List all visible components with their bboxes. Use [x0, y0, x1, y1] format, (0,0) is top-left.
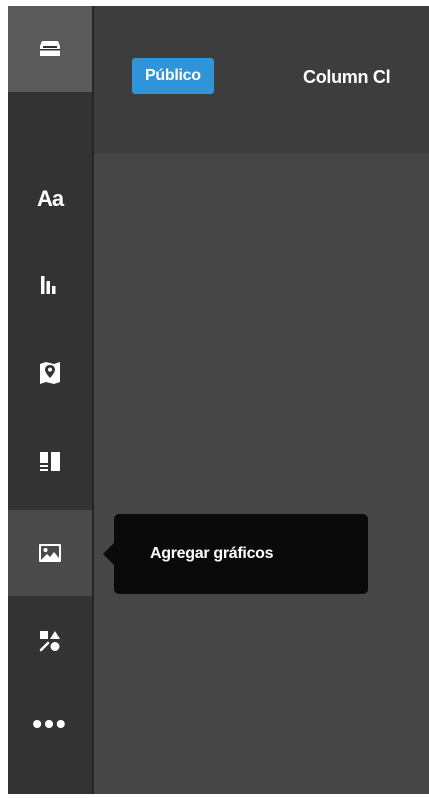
sidebar: Aa •••: [8, 6, 94, 794]
map-pin-icon: [39, 361, 61, 385]
header-bar: Público Column Cl: [94, 6, 429, 153]
image-icon: [39, 544, 61, 562]
public-badge[interactable]: Público: [132, 58, 214, 94]
app-window: Aa ••• Público Column Cl Agregar gráfico…: [8, 6, 429, 794]
more-icon: •••: [32, 708, 68, 739]
shapes-icon: [39, 630, 61, 652]
layout-icon: [39, 451, 61, 473]
bar-chart-icon: [40, 275, 60, 295]
sidebar-item-storage[interactable]: [8, 6, 92, 92]
sidebar-item-text[interactable]: Aa: [8, 156, 92, 242]
chart-title[interactable]: Column Cl: [303, 67, 391, 88]
text-icon: Aa: [36, 186, 64, 211]
sidebar-item-charts[interactable]: [8, 242, 92, 328]
sidebar-item-images[interactable]: [8, 510, 92, 596]
sidebar-item-maps[interactable]: [8, 330, 92, 416]
tooltip-text: Agregar gráficos: [150, 545, 274, 562]
sidebar-item-more[interactable]: •••: [8, 686, 92, 772]
tooltip: Agregar gráficos: [103, 514, 368, 594]
storage-box-icon: [39, 40, 61, 58]
sidebar-item-shapes[interactable]: [8, 598, 92, 684]
sidebar-item-layout[interactable]: [8, 419, 92, 505]
